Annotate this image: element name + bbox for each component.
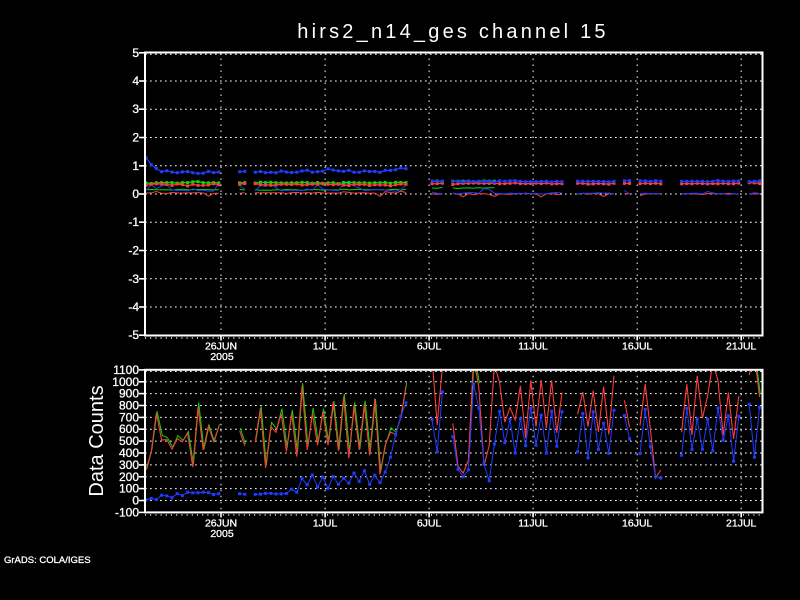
svg-text:2005: 2005 <box>210 528 234 540</box>
svg-text:-3: -3 <box>128 272 139 286</box>
svg-text:16JUL: 16JUL <box>622 341 653 353</box>
svg-text:21JUL: 21JUL <box>726 518 757 530</box>
svg-text:1JUL: 1JUL <box>313 341 338 353</box>
svg-text:4: 4 <box>132 74 139 88</box>
svg-text:-5: -5 <box>128 328 139 342</box>
svg-text:300: 300 <box>119 458 139 472</box>
svg-text:16JUL: 16JUL <box>622 518 653 530</box>
svg-text:6JUL: 6JUL <box>417 518 442 530</box>
svg-text:700: 700 <box>119 410 139 424</box>
svg-text:GrADS: COLA/IGES: GrADS: COLA/IGES <box>4 555 91 566</box>
svg-text:-2: -2 <box>128 244 139 258</box>
svg-text:21JUL: 21JUL <box>726 341 757 353</box>
svg-text:Data Counts: Data Counts <box>86 385 108 496</box>
svg-text:1JUL: 1JUL <box>313 518 338 530</box>
svg-text:1: 1 <box>132 159 139 173</box>
svg-text:-1: -1 <box>128 215 139 229</box>
svg-text:6JUL: 6JUL <box>417 341 442 353</box>
svg-text:-100: -100 <box>115 505 139 519</box>
svg-text:11JUL: 11JUL <box>518 518 548 530</box>
svg-text:hirs2_n14_ges channel 15: hirs2_n14_ges channel 15 <box>297 21 608 43</box>
svg-text:3: 3 <box>132 102 139 116</box>
svg-text:1100: 1100 <box>113 363 139 377</box>
svg-text:11JUL: 11JUL <box>518 341 548 353</box>
svg-text:2: 2 <box>132 131 139 145</box>
svg-text:2005: 2005 <box>210 351 234 363</box>
svg-text:0: 0 <box>132 187 139 201</box>
svg-text:-4: -4 <box>128 300 139 314</box>
svg-text:5: 5 <box>132 46 139 60</box>
